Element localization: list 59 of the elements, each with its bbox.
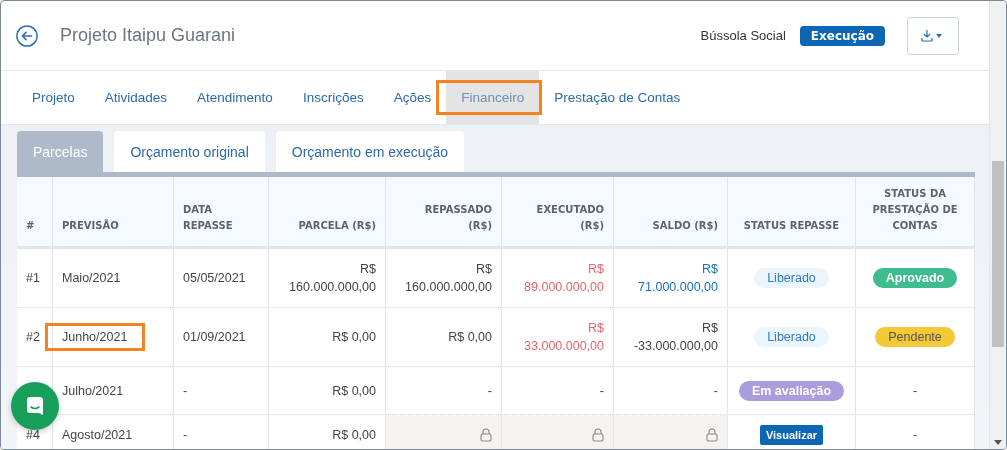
column-header: PREVISÃO	[62, 218, 119, 233]
table-cell: -	[183, 428, 188, 442]
column-header: DATA REPASSE	[183, 203, 233, 233]
table-cell: -	[487, 383, 492, 398]
table-cell: #1	[26, 271, 40, 285]
nav-tab[interactable]: Atendimento	[197, 90, 273, 105]
table-cell: -	[183, 383, 188, 398]
lock-icon	[592, 428, 604, 442]
scroll-down-icon[interactable]	[994, 440, 1002, 445]
column-header: SALDO (R$)	[652, 219, 718, 233]
view-button[interactable]: Visualizar	[759, 425, 824, 445]
organization-name: Bússola Social	[700, 28, 786, 43]
page-title: Projeto Itaipu Guarani	[60, 25, 236, 46]
table-cell: Julho/2021	[62, 383, 124, 398]
table-cell-text: R$ 160.000.000,00	[405, 261, 492, 296]
download-dropdown-button[interactable]	[907, 16, 959, 55]
status-badge: Aprovado	[872, 268, 958, 288]
table-cell-text: R$ 0,00	[448, 329, 492, 346]
column-header: PARCELA (R$)	[298, 219, 376, 233]
nav-tab[interactable]: Inscrições	[302, 90, 364, 105]
table-cell: Maio/2021	[62, 271, 121, 285]
nav-tab[interactable]: Prestação de Contas	[554, 90, 681, 105]
column-header: #	[26, 219, 35, 233]
column-header: STATUS DA PRESTAÇÃO DE CONTAS	[872, 187, 958, 233]
nav-tab[interactable]: Projeto	[32, 90, 75, 105]
status-badge: Pendente	[875, 327, 955, 347]
table-cell: -	[912, 428, 918, 442]
nav-tab[interactable]: Atividades	[104, 90, 168, 105]
sub-tab[interactable]: Orçamento original	[114, 131, 265, 172]
scrollbar[interactable]	[989, 1, 1006, 449]
table-cell: -	[912, 383, 918, 398]
status-badge: Em avaliação	[738, 380, 845, 401]
column-header: REPASSADO (R$)	[424, 203, 492, 233]
table-cell-text: R$ 0,00	[332, 382, 376, 400]
table-cell-text: R$ -33.000.000,00	[633, 320, 718, 355]
nav-tab[interactable]: Ações	[393, 90, 432, 105]
back-icon[interactable]	[16, 24, 38, 47]
lock-icon	[706, 428, 718, 442]
lock-icon	[480, 428, 492, 442]
column-header: EXECUTADO (R$)	[536, 203, 604, 233]
status-badge: Liberado	[754, 268, 829, 288]
table-cell-text: R$ 160.000.000,00	[289, 261, 376, 296]
table-cell-text: R$ 89.000.000,00	[524, 261, 604, 296]
table-cell-text: R$ 0,00	[332, 329, 376, 346]
status-badge: Execução	[799, 25, 885, 46]
sub-tab[interactable]: Orçamento em execução	[275, 131, 465, 172]
table-cell: 01/09/2021	[183, 330, 246, 344]
table-cell: Junho/2021	[62, 330, 128, 344]
table-cell-text: R$ 0,00	[332, 427, 376, 444]
table-cell: Agosto/2021	[62, 428, 133, 442]
table-cell: #2	[26, 330, 40, 344]
table-cell-text: R$ 71.000.000,00	[638, 261, 718, 296]
table-cell: -	[713, 383, 718, 398]
status-badge: Liberado	[754, 327, 829, 347]
column-header: STATUS REPASSE	[743, 219, 840, 233]
table-cell: #4	[26, 428, 40, 442]
table-cell: -	[599, 383, 604, 398]
table-cell: 05/05/2021	[183, 271, 246, 285]
table-cell-text: R$ 33.000.000,00	[524, 320, 604, 355]
